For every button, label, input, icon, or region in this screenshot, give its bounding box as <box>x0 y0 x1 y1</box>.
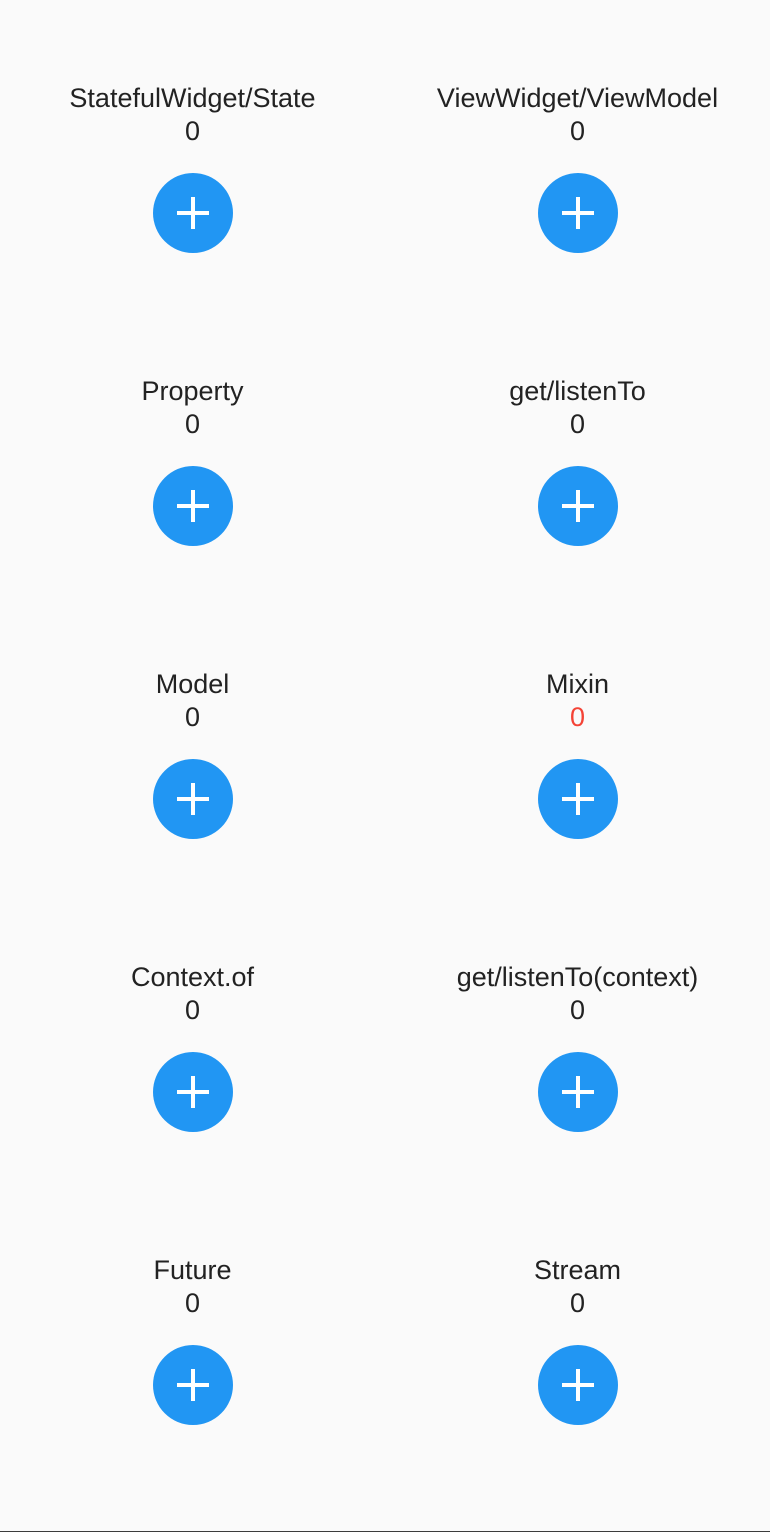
counter-context-of: Context.of 0 <box>0 896 385 1189</box>
counter-get-listento: get/listenTo 0 <box>385 310 770 603</box>
plus-icon <box>176 197 209 229</box>
counter-label: Mixin <box>545 669 609 699</box>
counter-label: ViewWidget/ViewModel <box>436 83 719 113</box>
counter-label: StatefulWidget/State <box>69 83 316 113</box>
counter-label: Model <box>155 669 230 699</box>
counter-value: 0 <box>184 116 201 146</box>
plus-icon <box>561 1076 594 1108</box>
counter-value: 0 <box>569 702 586 732</box>
counter-value: 0 <box>569 116 586 146</box>
plus-icon <box>176 1369 209 1401</box>
increment-button[interactable] <box>537 173 618 253</box>
counter-value: 0 <box>184 1288 201 1318</box>
app-root: StatefulWidget/State 0 ViewWidget/ViewMo… <box>0 0 770 1532</box>
increment-button[interactable] <box>152 173 233 253</box>
plus-icon <box>176 783 209 815</box>
increment-button[interactable] <box>152 1345 233 1425</box>
counter-value: 0 <box>184 409 201 439</box>
counter-label: Context.of <box>130 962 255 992</box>
counter-model: Model 0 <box>0 603 385 896</box>
counter-value: 0 <box>184 995 201 1025</box>
counter-label: Property <box>141 376 244 406</box>
counter-mixin: Mixin 0 <box>385 603 770 896</box>
counter-value: 0 <box>569 1288 586 1318</box>
plus-icon <box>561 490 594 522</box>
increment-button[interactable] <box>537 1345 618 1425</box>
counter-get-listento-context: get/listenTo(context) 0 <box>385 896 770 1189</box>
counter-label: get/listenTo(context) <box>456 962 699 992</box>
increment-button[interactable] <box>152 1052 233 1132</box>
counter-stream: Stream 0 <box>385 1189 770 1482</box>
counter-value: 0 <box>184 702 201 732</box>
counter-stateful-widget: StatefulWidget/State 0 <box>0 17 385 310</box>
counter-value: 0 <box>569 409 586 439</box>
increment-button[interactable] <box>537 466 618 546</box>
plus-icon <box>176 490 209 522</box>
counter-future: Future 0 <box>0 1189 385 1482</box>
plus-icon <box>176 1076 209 1108</box>
increment-button[interactable] <box>152 466 233 546</box>
counter-value: 0 <box>569 995 586 1025</box>
counter-label: get/listenTo <box>509 376 646 406</box>
increment-button[interactable] <box>152 759 233 839</box>
plus-icon <box>561 1369 594 1401</box>
counter-label: Future <box>153 1255 232 1285</box>
counter-view-widget: ViewWidget/ViewModel 0 <box>385 17 770 310</box>
counter-label: Stream <box>533 1255 622 1285</box>
plus-icon <box>561 197 594 229</box>
counter-property: Property 0 <box>0 310 385 603</box>
increment-button[interactable] <box>537 759 618 839</box>
plus-icon <box>561 783 594 815</box>
increment-button[interactable] <box>537 1052 618 1132</box>
